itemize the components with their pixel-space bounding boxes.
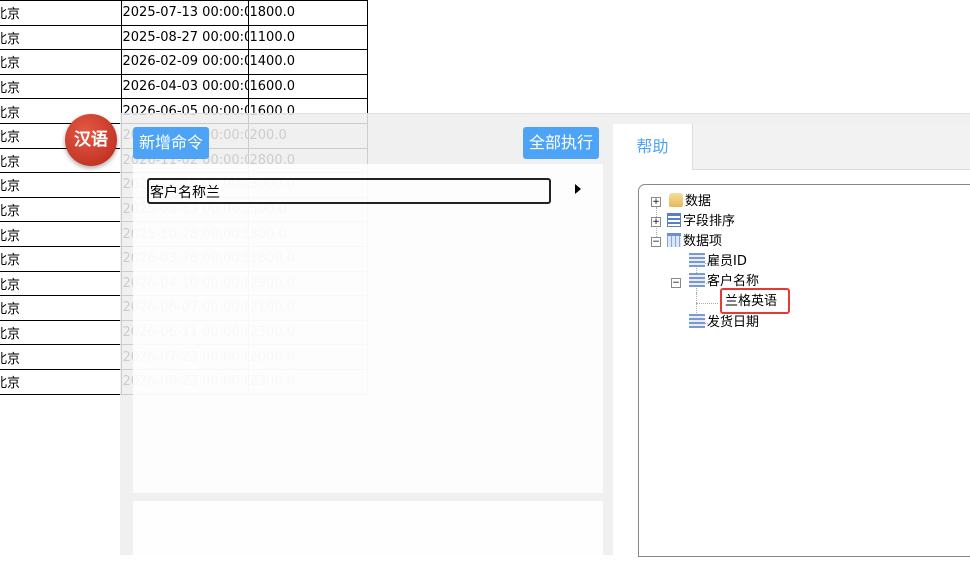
city-cell: 北京	[0, 270, 122, 297]
output-area	[133, 501, 603, 561]
sort-list-icon	[667, 213, 681, 227]
city-cell: 北京	[0, 319, 122, 346]
add-command-button[interactable]: 新增命令	[133, 127, 210, 159]
amount-cell: 1600.0	[247, 73, 368, 100]
tab-bar	[692, 124, 970, 170]
date-cell: 2025-07-13 00:00:00	[120, 0, 249, 26]
language-badge[interactable]: 汉语	[65, 114, 117, 166]
city-cell: 北京	[0, 49, 122, 75]
tree-node-field-sort[interactable]: 字段排序	[667, 212, 735, 232]
amount-cell: 1400.0	[247, 49, 368, 75]
amount-cell: 1800.0	[247, 0, 368, 26]
city-cell: 北京	[0, 196, 122, 223]
city-cell: 北京	[0, 368, 122, 395]
expand-icon[interactable]: +	[651, 217, 661, 227]
city-cell: 北京	[0, 24, 122, 51]
city-cell: 北京	[0, 172, 122, 198]
table-icon	[667, 233, 681, 247]
table-row: 北京2025-07-13 00:00:001800.0	[0, 0, 368, 26]
collapse-icon[interactable]: −	[671, 278, 681, 288]
city-cell: 北京	[0, 245, 122, 272]
command-panel: 新增命令 全部执行 客户名称兰 帮助 + 数据 + 字段排序 − 数据项 雇员I…	[120, 113, 970, 561]
tree-node-data[interactable]: 数据	[669, 192, 711, 212]
city-cell: 北京	[0, 221, 122, 247]
date-cell: 2026-04-03 00:00:00	[120, 73, 249, 100]
field-icon	[689, 273, 705, 287]
help-tree: + 数据 + 字段排序 − 数据项 雇员ID − 客户名称 兰格英语 发货日期	[638, 184, 970, 557]
city-cell: 北京	[0, 0, 122, 26]
run-all-button[interactable]: 全部执行	[523, 127, 600, 159]
date-cell: 2026-02-09 00:00:00	[120, 49, 249, 75]
run-command-icon[interactable]	[575, 184, 581, 194]
tree-node-employee-id[interactable]: 雇员ID	[689, 252, 747, 272]
tree-node-data-items[interactable]: 数据项	[667, 232, 722, 252]
command-input[interactable]: 客户名称兰	[147, 178, 551, 204]
date-cell: 2025-08-27 00:00:00	[120, 24, 249, 51]
command-list: 客户名称兰	[133, 164, 603, 493]
table-row: 北京2026-02-09 00:00:001400.0	[0, 49, 368, 75]
city-cell: 北京	[0, 295, 122, 321]
city-cell: 北京	[0, 73, 122, 100]
table-row: 北京2026-04-03 00:00:001600.0	[0, 73, 368, 100]
field-icon	[689, 253, 705, 267]
highlight-box	[720, 288, 790, 314]
field-icon	[689, 314, 705, 328]
database-icon	[669, 193, 683, 207]
expand-icon[interactable]: +	[651, 197, 661, 207]
table-row: 北京2025-08-27 00:00:001100.0	[0, 24, 368, 51]
tab-help[interactable]: 帮助	[613, 124, 692, 170]
help-panel: 帮助 + 数据 + 字段排序 − 数据项 雇员ID − 客户名称 兰格英语 发货…	[613, 124, 970, 557]
tree-node-ship-date[interactable]: 发货日期	[689, 313, 759, 333]
city-cell: 北京	[0, 344, 122, 370]
amount-cell: 1100.0	[247, 24, 368, 51]
collapse-icon[interactable]: −	[651, 237, 661, 247]
